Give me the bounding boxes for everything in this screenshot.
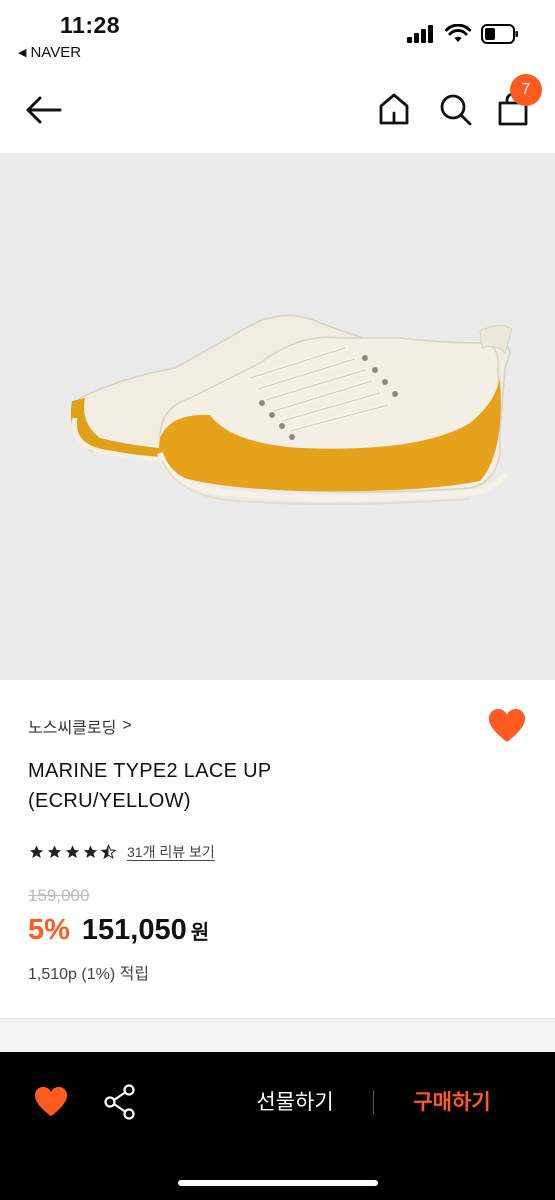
wishlist-heart-icon[interactable] [34, 1086, 68, 1118]
status-icons [407, 24, 519, 44]
price-row: 5% 151,050 원 [28, 914, 209, 947]
product-name-line1: MARINE TYPE2 LACE UP [28, 760, 272, 782]
home-indicator [178, 1180, 378, 1186]
original-price: 159,000 [28, 886, 90, 905]
section-divider [0, 1018, 555, 1052]
discount-rate: 5% [28, 914, 70, 946]
brand-link[interactable]: 노스씨클로딩 > [28, 714, 132, 738]
button-separator [373, 1090, 374, 1114]
rating-row: 31개 리뷰 보기 [28, 842, 215, 862]
home-icon[interactable] [376, 90, 412, 128]
chevron-right-icon: > [122, 717, 132, 734]
status-bar: 11:28 ◀ NAVER [0, 0, 555, 70]
sneaker-illustration [70, 314, 513, 506]
product-name: MARINE TYPE2 LACE UP (ECRU/YELLOW) [28, 756, 448, 816]
brand-name: 노스씨클로딩 [28, 720, 117, 737]
wifi-icon [445, 24, 471, 42]
back-to-app-link[interactable]: ◀ NAVER [18, 44, 81, 61]
app-header: 7 [0, 72, 555, 148]
star-icon [83, 845, 98, 858]
star-icon [47, 845, 62, 858]
search-icon[interactable] [437, 90, 473, 128]
buy-button[interactable]: 구매하기 [392, 1086, 512, 1116]
sale-price: 151,050 [81, 914, 187, 946]
product-image[interactable] [0, 153, 555, 680]
back-arrow-icon[interactable] [24, 90, 64, 130]
share-icon[interactable] [104, 1084, 136, 1120]
back-triangle-icon: ◀ [18, 47, 27, 59]
star-icon [65, 845, 80, 858]
battery-icon [481, 24, 518, 44]
product-name-line2: (ECRU/YELLOW) [28, 790, 191, 812]
gift-button[interactable]: 선물하기 [230, 1086, 360, 1116]
wishlist-heart-icon[interactable] [488, 708, 526, 744]
half-star-icon [100, 844, 117, 860]
signal-icon [407, 25, 433, 43]
currency-unit: 원 [190, 922, 210, 944]
cart-count-badge: 7 [510, 74, 542, 106]
rating-stars [28, 844, 117, 860]
review-link[interactable]: 31개 리뷰 보기 [127, 842, 215, 862]
bottom-action-bar: 선물하기 구매하기 [0, 1052, 555, 1200]
status-time: 11:28 [60, 12, 121, 38]
star-icon [29, 845, 44, 858]
back-app-label: NAVER [30, 44, 82, 61]
reward-points: 1,510p (1%) 적립 [28, 966, 150, 983]
